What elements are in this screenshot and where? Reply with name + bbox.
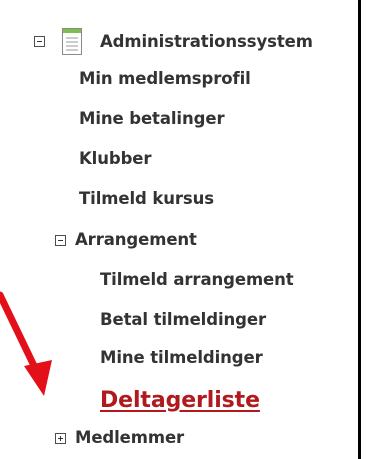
document-icon bbox=[62, 28, 82, 55]
menu-item-label: Betal tilmeldinger bbox=[100, 310, 266, 329]
menu-item-mine-betalinger[interactable]: Mine betalinger bbox=[79, 109, 225, 129]
menu-item-tilmeld-kursus[interactable]: Tilmeld kursus bbox=[79, 189, 214, 209]
menu-item-label: Klubber bbox=[79, 149, 152, 168]
tree-node-label: Arrangement bbox=[75, 230, 197, 249]
expand-toggle-icon[interactable] bbox=[55, 432, 66, 444]
tree-node-medlemmer[interactable]: Medlemmer bbox=[55, 428, 184, 448]
navigation-panel: Administrationssystem Min medlemsprofil … bbox=[0, 0, 367, 459]
menu-item-label: Tilmeld arrangement bbox=[100, 270, 294, 289]
menu-item-label: Mine tilmeldinger bbox=[100, 348, 263, 367]
tree-node-arrangement[interactable]: Arrangement bbox=[55, 230, 197, 250]
menu-item-betal-tilmeldinger[interactable]: Betal tilmeldinger bbox=[100, 310, 266, 330]
menu-item-label: Min medlemsprofil bbox=[79, 69, 251, 88]
collapse-toggle-icon[interactable] bbox=[34, 36, 45, 47]
menu-item-klubber[interactable]: Klubber bbox=[79, 149, 152, 169]
menu-item-min-medlemsprofil[interactable]: Min medlemsprofil bbox=[79, 69, 251, 89]
tree-node-administrationssystem[interactable]: Administrationssystem bbox=[34, 28, 313, 55]
panel-border bbox=[358, 0, 361, 459]
tree-node-label: Medlemmer bbox=[75, 428, 185, 447]
tree-node-label: Administrationssystem bbox=[100, 31, 313, 51]
menu-item-deltagerliste[interactable]: Deltagerliste bbox=[100, 388, 260, 414]
menu-item-mine-tilmeldinger[interactable]: Mine tilmeldinger bbox=[100, 348, 263, 368]
collapse-toggle-icon[interactable] bbox=[55, 234, 66, 246]
menu-item-label: Mine betalinger bbox=[79, 109, 225, 128]
menu-item-label: Tilmeld kursus bbox=[79, 189, 215, 208]
menu-item-tilmeld-arrangement[interactable]: Tilmeld arrangement bbox=[100, 270, 294, 290]
menu-item-label: Deltagerliste bbox=[100, 388, 260, 413]
